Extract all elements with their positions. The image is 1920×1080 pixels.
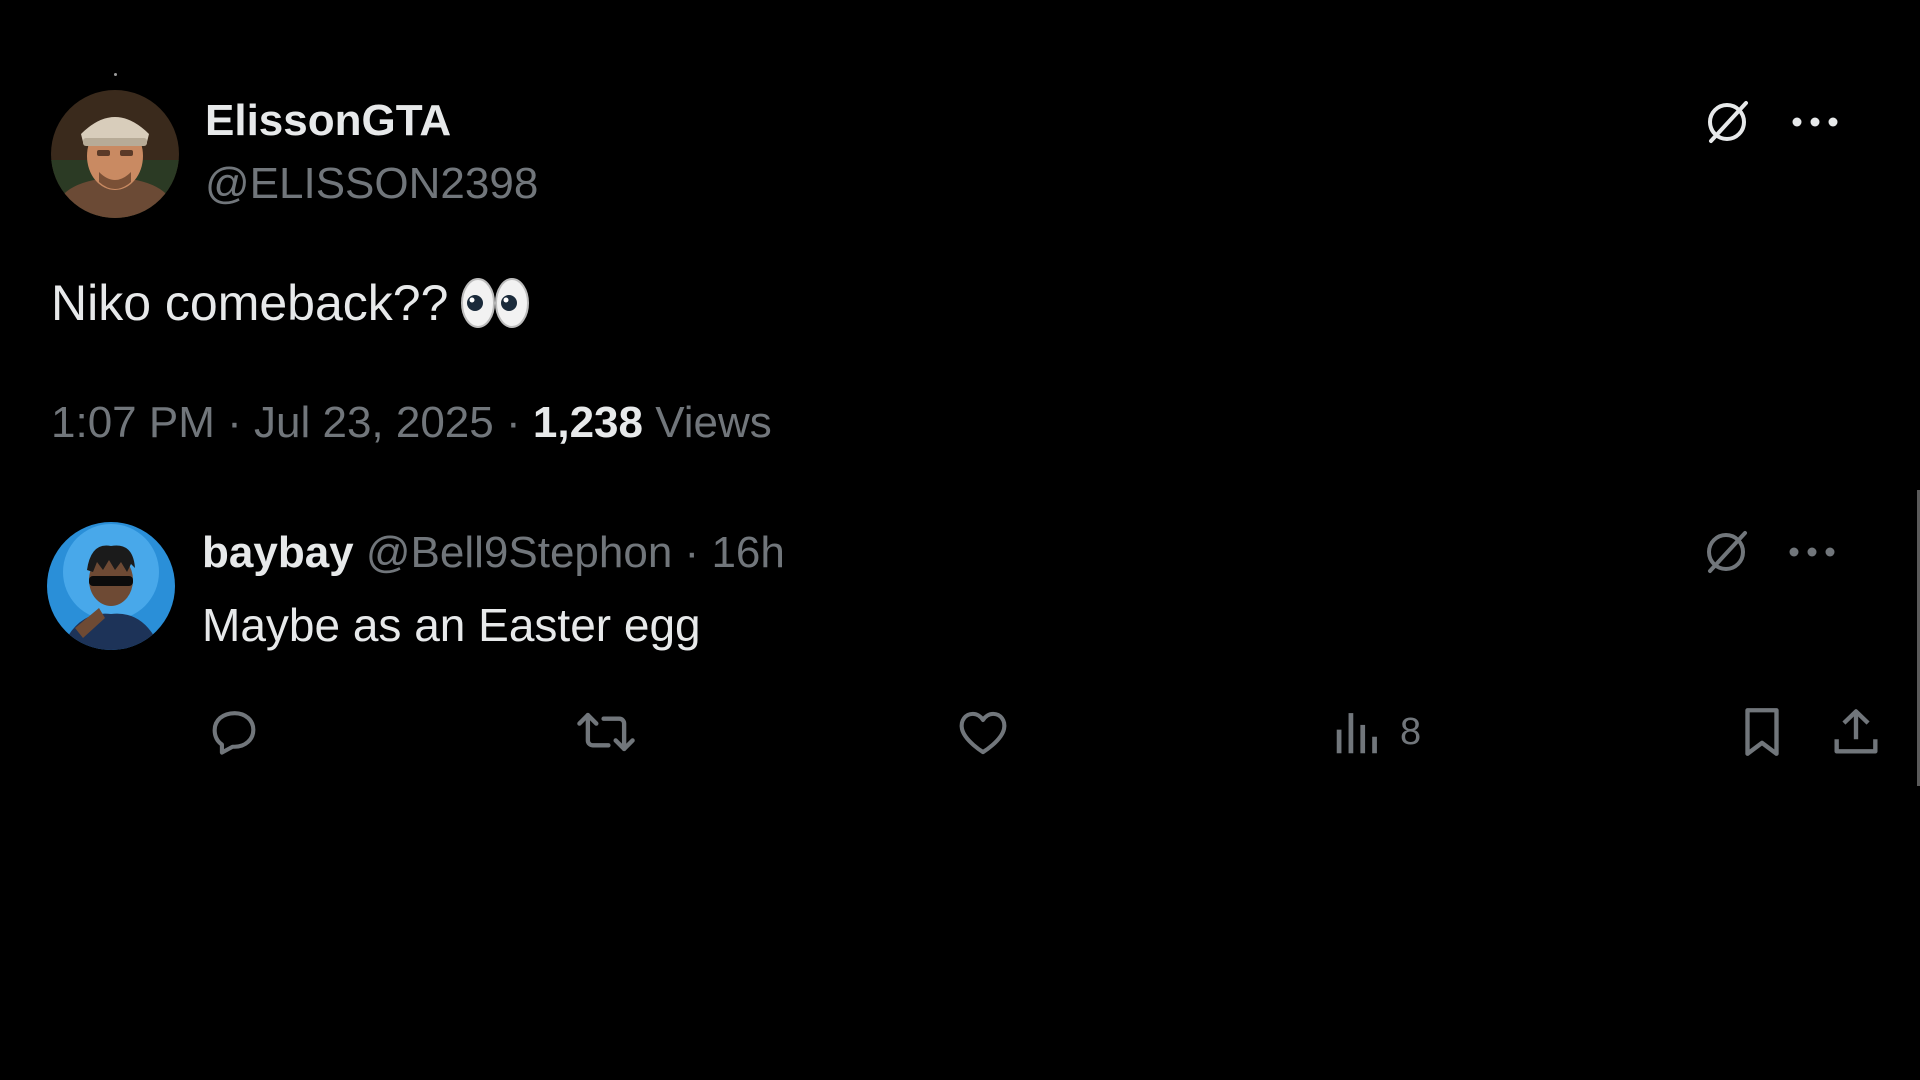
grok-icon [1707,531,1747,573]
avatar[interactable] [51,90,179,218]
heart-icon [959,711,1007,755]
meta-separator: · [227,398,254,447]
grok-icon [1708,101,1748,143]
reply-age[interactable]: 16h [711,528,784,577]
main-tweet: ElissonGTA @ELISSON2398 Niko comeback?? [51,90,1871,470]
tweet-metadata: 1:07 PM · Jul 23, 2025 · 1,238 Views [51,398,772,448]
reply-author-name[interactable]: baybay [202,528,354,577]
share-button[interactable] [1827,700,1885,764]
reply-button[interactable] [205,700,263,764]
stray-dot [114,73,117,76]
reply-tweet[interactable]: baybay @Bell9Stephon · 16h Maybe as an E… [47,522,1878,762]
reply-author-handle[interactable]: @Bell9Stephon [366,528,672,577]
more-icon [1792,117,1838,127]
reply-text: Maybe as an Easter egg [202,599,701,651]
reply-action-bar: 8 [47,700,1878,770]
views-count: 8 [1400,710,1422,753]
meta-separator: · [505,398,533,447]
tweet-time[interactable]: 1:07 PM [51,398,215,447]
eyes-emoji-icon [460,275,530,331]
repost-icon [577,712,635,752]
views-button[interactable]: 8 [1332,700,1421,764]
reply-icon [212,711,256,755]
analytics-icon [1336,713,1377,754]
tweet-date[interactable]: Jul 23, 2025 [254,398,494,447]
more-options-button[interactable] [1789,96,1841,148]
share-icon [1834,709,1878,754]
grok-button[interactable] [1700,526,1752,578]
author-name[interactable]: ElissonGTA [205,96,451,146]
views-label: Views [655,398,772,447]
repost-button[interactable] [574,700,638,764]
more-options-button[interactable] [1786,526,1838,578]
views-count: 1,238 [532,398,643,447]
reply-header: baybay @Bell9Stephon · 16h [202,528,785,578]
tweet-thread-page: ElissonGTA @ELISSON2398 Niko comeback?? [0,0,1920,1080]
like-button[interactable] [954,700,1012,764]
grok-button[interactable] [1701,96,1753,148]
bookmark-icon [1745,708,1779,756]
reply-separator: · [684,528,700,577]
bookmark-button[interactable] [1736,700,1788,764]
more-icon [1789,547,1835,557]
author-handle[interactable]: @ELISSON2398 [205,159,538,209]
avatar[interactable] [47,522,175,650]
tweet-text-content: Niko comeback?? [51,275,449,331]
tweet-text: Niko comeback?? [51,274,530,332]
